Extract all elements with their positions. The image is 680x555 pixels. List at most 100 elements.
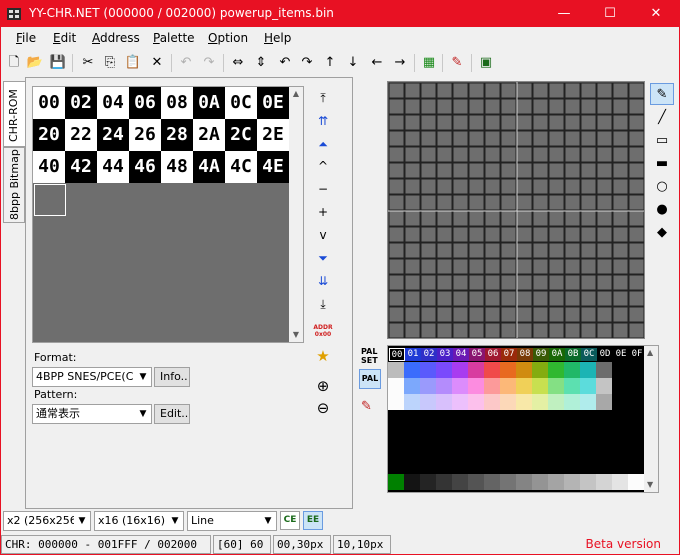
pixel-cell[interactable]	[436, 82, 453, 99]
palette-swatch[interactable]	[532, 362, 548, 378]
pixel-cell[interactable]	[500, 258, 517, 275]
pixel-cell[interactable]	[420, 82, 437, 99]
palette-swatch[interactable]	[596, 378, 612, 394]
redo-icon[interactable]: ↷	[199, 53, 219, 73]
palette-index-00[interactable]: 00	[389, 348, 405, 361]
pixel-cell[interactable]	[612, 130, 629, 147]
pixel-cell[interactable]	[436, 226, 453, 243]
pixel-cell[interactable]	[452, 306, 469, 323]
tile[interactable]: 0E	[257, 87, 289, 119]
pixel-cell[interactable]	[484, 178, 501, 195]
tab-8bpp-bitmap[interactable]: 8bpp Bitmap	[3, 147, 25, 223]
tile[interactable]: 20	[33, 119, 65, 151]
edit-pattern-button[interactable]: Edit..	[154, 404, 190, 424]
pixel-cell[interactable]	[500, 194, 517, 211]
pixel-cell[interactable]	[420, 274, 437, 291]
pixel-cell[interactable]	[404, 322, 421, 338]
pixel-cell[interactable]	[548, 274, 565, 291]
pixel-cell[interactable]	[596, 98, 613, 115]
palette-swatch[interactable]	[564, 474, 580, 490]
tile[interactable]: 04	[97, 87, 129, 119]
close-button[interactable]: ✕	[633, 1, 679, 27]
pixel-cell[interactable]	[516, 274, 533, 291]
pixel-cell[interactable]	[580, 98, 597, 115]
pixel-cell[interactable]	[516, 210, 533, 227]
pixel-cell[interactable]	[628, 306, 644, 323]
palette-index-0C[interactable]: 0C	[581, 348, 597, 361]
edit-window-icon[interactable]: ✎	[447, 53, 467, 73]
pixel-cell[interactable]	[580, 242, 597, 259]
chr-scrollbar[interactable]: ▲ ▼	[289, 87, 303, 342]
scroll-up-icon[interactable]: ^	[312, 156, 334, 176]
menu-address[interactable]: Address	[92, 31, 140, 45]
tile[interactable]: 46	[129, 151, 161, 183]
pixel-cell[interactable]	[516, 130, 533, 147]
tile[interactable]: 42	[65, 151, 97, 183]
pixel-cell[interactable]	[612, 82, 629, 99]
pixel-cell[interactable]	[484, 130, 501, 147]
rectangle-tool-icon[interactable]: ▭	[650, 130, 674, 152]
flip-vertical-icon[interactable]: ⇕	[251, 53, 271, 73]
pixel-cell[interactable]	[388, 322, 405, 338]
pixel-cell[interactable]	[388, 114, 405, 131]
palette-swatch[interactable]	[612, 394, 628, 410]
grid-size-select[interactable]: x16 (16x16) ▼	[94, 511, 184, 531]
pixel-cell[interactable]	[548, 322, 565, 338]
palette-grid-icon[interactable]: ▦	[419, 53, 439, 73]
pixel-cell[interactable]	[388, 210, 405, 227]
tile[interactable]: 02	[65, 87, 97, 119]
palette-index-09[interactable]: 09	[533, 348, 549, 361]
pixel-cell[interactable]	[596, 290, 613, 307]
pixel-cell[interactable]	[612, 178, 629, 195]
palette-index-0F[interactable]: 0F	[629, 348, 645, 361]
pixel-cell[interactable]	[436, 162, 453, 179]
pixel-cell[interactable]	[484, 194, 501, 211]
pixel-cell[interactable]	[580, 322, 597, 338]
palette-swatch[interactable]	[452, 474, 468, 490]
pixel-cell[interactable]	[596, 210, 613, 227]
pixel-cell[interactable]	[436, 114, 453, 131]
copy-icon[interactable]: ⎘	[100, 53, 120, 73]
palette-swatch[interactable]	[516, 362, 532, 378]
pixel-cell[interactable]	[388, 274, 405, 291]
pixel-cell[interactable]	[596, 146, 613, 163]
pixel-cell[interactable]	[564, 290, 581, 307]
pixel-cell[interactable]	[452, 98, 469, 115]
pixel-cell[interactable]	[628, 322, 644, 338]
pixel-cell[interactable]	[388, 130, 405, 147]
scroll-down-arrow-icon[interactable]: ▼	[289, 330, 303, 339]
pixel-cell[interactable]	[468, 178, 485, 195]
pixel-cell[interactable]	[548, 146, 565, 163]
pixel-cell[interactable]	[596, 258, 613, 275]
pixel-cell[interactable]	[548, 162, 565, 179]
pixel-cell[interactable]	[436, 258, 453, 275]
pixel-cell[interactable]	[532, 242, 549, 259]
palette-index-01[interactable]: 01	[405, 348, 421, 361]
tab-chr-rom[interactable]: CHR-ROM	[3, 81, 25, 147]
pixel-cell[interactable]	[436, 130, 453, 147]
pixel-cell[interactable]	[468, 130, 485, 147]
pixel-cell[interactable]	[580, 162, 597, 179]
draw-mode-select[interactable]: Line ▼	[187, 511, 277, 531]
palette-swatch[interactable]	[484, 362, 500, 378]
pixel-cell[interactable]	[500, 274, 517, 291]
pixel-cell[interactable]	[452, 194, 469, 211]
pixel-cell[interactable]	[548, 178, 565, 195]
palette-swatch[interactable]	[596, 474, 612, 490]
palette-swatch[interactable]	[452, 378, 468, 394]
pixel-cell[interactable]	[612, 194, 629, 211]
pixel-cell[interactable]	[596, 114, 613, 131]
pixel-cell[interactable]	[516, 178, 533, 195]
tile[interactable]: 40	[33, 151, 65, 183]
pixel-cell[interactable]	[548, 82, 565, 99]
pixel-cell[interactable]	[500, 306, 517, 323]
pixel-cell[interactable]	[564, 274, 581, 291]
pixel-cell[interactable]	[452, 146, 469, 163]
pixel-cell[interactable]	[420, 130, 437, 147]
pixel-cell[interactable]	[500, 226, 517, 243]
palette-swatch[interactable]	[484, 378, 500, 394]
palette-swatch[interactable]	[484, 394, 500, 410]
pixel-cell[interactable]	[436, 242, 453, 259]
tile-selection-cursor[interactable]	[34, 184, 66, 216]
palette-swatch[interactable]	[388, 378, 404, 394]
